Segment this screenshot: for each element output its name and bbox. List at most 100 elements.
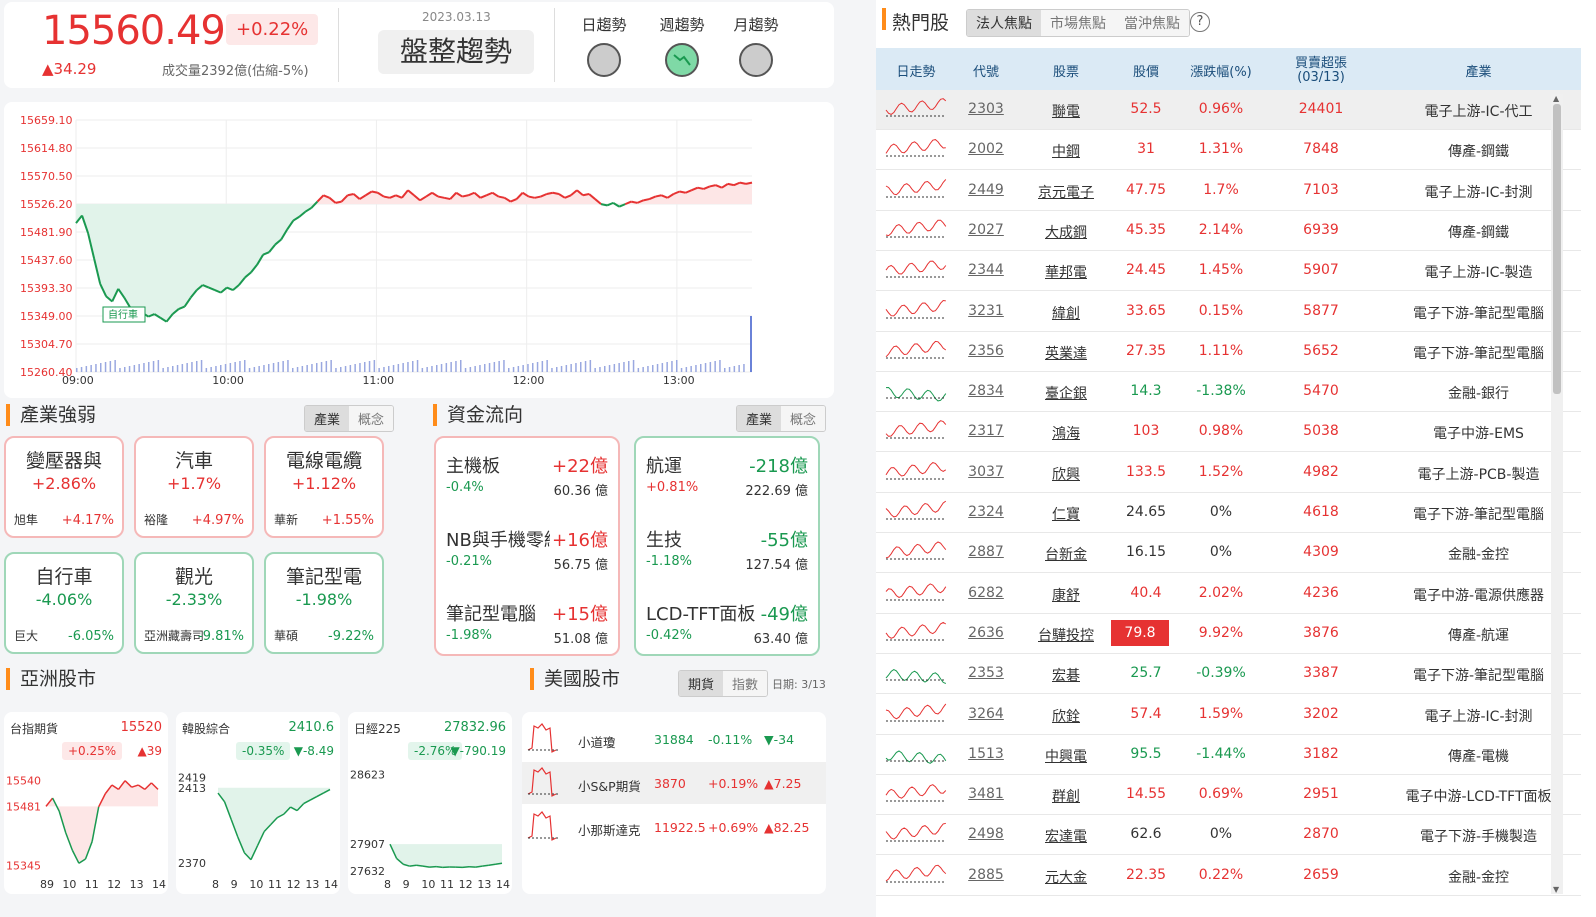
- hot-stock-row[interactable]: 2636 台驊投控 79.8 9.92% 3876 傳產-航運: [876, 614, 1581, 654]
- stock-name[interactable]: 臺企銀: [1021, 383, 1111, 403]
- hot-stock-row[interactable]: 2449 京元電子 47.75 1.7% 7103 電子上游-IC-封測: [876, 171, 1581, 211]
- hot-stock-row[interactable]: 2887 台新金 16.15 0% 4309 金融-金控: [876, 533, 1581, 574]
- weekly-trend[interactable]: 週趨勢: [642, 14, 722, 77]
- stock-code[interactable]: 2834: [956, 383, 1016, 399]
- fund-item[interactable]: 筆記型電腦 +15億 -1.98% 51.08 億: [446, 600, 608, 670]
- volume-bar: [176, 365, 179, 372]
- stock-code[interactable]: 2887: [956, 544, 1016, 560]
- us-market-row[interactable]: 小S&P期貨 3870 +0.19% ▲7.25: [522, 762, 826, 804]
- stock-name[interactable]: 宏碁: [1021, 665, 1111, 685]
- us-market-row[interactable]: 小那斯達克 11922.5 +0.69% ▲82.25: [522, 806, 826, 848]
- tab-industry[interactable]: 產業: [737, 406, 782, 431]
- stock-pct: 0.22%: [1198, 866, 1244, 883]
- stock-name[interactable]: 仁寶: [1021, 504, 1111, 524]
- stock-code[interactable]: 2636: [956, 625, 1016, 641]
- stock-code[interactable]: 2002: [956, 141, 1016, 157]
- hot-stock-row[interactable]: 2834 臺企銀 14.3 -1.38% 5470 金融-銀行: [876, 372, 1581, 413]
- stock-name[interactable]: 康舒: [1021, 585, 1111, 605]
- scroll-up-icon[interactable]: ▲: [1553, 94, 1559, 103]
- tab-daytrade[interactable]: 當沖焦點: [1115, 10, 1189, 36]
- stock-name[interactable]: 欣銓: [1021, 706, 1111, 726]
- industry-card[interactable]: 電線電纜 +1.12% 華新 +1.55%: [264, 436, 384, 538]
- tab-futures[interactable]: 期貨: [679, 671, 724, 696]
- fund-item[interactable]: 生技 -55億 -1.18% 127.54 億: [646, 526, 808, 596]
- hot-stock-row[interactable]: 3231 緯創 33.65 0.15% 5877 電子下游-筆記型電腦: [876, 292, 1581, 332]
- tab-institutional[interactable]: 法人焦點: [967, 10, 1041, 36]
- stock-name[interactable]: 元大金: [1021, 867, 1111, 887]
- tab-concept[interactable]: 概念: [781, 406, 826, 431]
- hot-stock-row[interactable]: 2027 大成鋼 45.35 2.14% 6939 傳產-鋼鐵: [876, 211, 1581, 251]
- stock-name[interactable]: 中鋼: [1021, 141, 1111, 161]
- hot-stock-row[interactable]: 2324 仁寶 24.65 0% 4618 電子下游-筆記型電腦: [876, 493, 1581, 533]
- stock-name[interactable]: 群創: [1021, 786, 1111, 806]
- stock-name[interactable]: 英業達: [1021, 343, 1111, 363]
- stock-name[interactable]: 欣興: [1021, 464, 1111, 484]
- hot-stock-row[interactable]: 2885 元大金 22.35 0.22% 2659 金融-金控: [876, 856, 1581, 896]
- volume-bar: [167, 367, 169, 372]
- stock-code[interactable]: 2324: [956, 504, 1016, 520]
- stock-code[interactable]: 1513: [956, 746, 1016, 762]
- fund-item[interactable]: 航運 -218億 +0.81% 222.69 億: [646, 452, 808, 522]
- stock-name[interactable]: 京元電子: [1021, 182, 1111, 202]
- hot-stock-row[interactable]: 6282 康舒 40.4 2.02% 4236 電子中游-電源供應器: [876, 574, 1581, 614]
- us-market-row[interactable]: 小道瓊 31884 -0.11% ▼-34: [522, 718, 826, 760]
- stock-code[interactable]: 3481: [956, 786, 1016, 802]
- monthly-trend[interactable]: 月趨勢: [716, 14, 796, 77]
- scroll-down-icon[interactable]: ▼: [1553, 885, 1559, 894]
- hot-stock-row[interactable]: 2317 鴻海 103 0.98% 5038 電子中游-EMS: [876, 412, 1581, 453]
- asia-index-card[interactable]: 日經225 27832.96 -2.76% ▼-790.19 28623 27907 276…: [348, 712, 512, 894]
- volume-bar: [85, 366, 88, 372]
- industry-card[interactable]: 汽車 +1.7% 裕隆 +4.97%: [134, 436, 254, 538]
- tab-market[interactable]: 市場焦點: [1041, 10, 1115, 36]
- stock-code[interactable]: 2303: [956, 101, 1016, 117]
- stock-code[interactable]: 3037: [956, 464, 1016, 480]
- stock-name[interactable]: 鴻海: [1021, 423, 1111, 443]
- hot-stock-row[interactable]: 2498 宏達電 62.6 0% 2870 電子下游-手機製造: [876, 815, 1581, 856]
- tab-concept[interactable]: 概念: [349, 406, 394, 431]
- hot-stock-row[interactable]: 3481 群創 14.55 0.69% 2951 電子中游-LCD-TFT面板: [876, 775, 1581, 816]
- tab-industry[interactable]: 產業: [305, 406, 350, 431]
- hot-stock-row[interactable]: 2303 聯電 52.5 0.96% 24401 電子上游-IC-代工: [876, 90, 1581, 130]
- asia-index-card[interactable]: 台指期貨 15520 +0.25% ▲39 15540 15481 15345 89 10 11 1…: [4, 712, 168, 894]
- asia-index-card[interactable]: 韓股綜合 2410.6 -0.35% ▼-8.49 2419 2413 2370 8 9 10 11…: [176, 712, 340, 894]
- hot-stock-row[interactable]: 1513 中興電 95.5 -1.44% 3182 傳產-電機: [876, 735, 1581, 775]
- help-icon[interactable]: ?: [1190, 12, 1210, 32]
- industry-card[interactable]: 觀光 -2.33% 亞洲藏壽司 -9.81%: [134, 552, 254, 654]
- fund-item[interactable]: 主機板 +22億 -0.4% 60.36 億: [446, 452, 608, 522]
- stock-name[interactable]: 宏達電: [1021, 826, 1111, 846]
- hot-stock-row[interactable]: 2356 英業達 27.35 1.11% 5652 電子下游-筆記型電腦: [876, 332, 1581, 372]
- hot-stock-row[interactable]: 2353 宏碁 25.7 -0.39% 3387 電子下游-筆記型電腦: [876, 654, 1581, 695]
- industry-card[interactable]: 自行車 -4.06% 巨大 -6.05%: [4, 552, 124, 654]
- stock-code[interactable]: 2449: [956, 182, 1016, 198]
- hot-stock-row[interactable]: 3264 欣銓 57.4 1.59% 3202 電子上游-IC-封測: [876, 695, 1581, 735]
- stock-code[interactable]: 6282: [956, 585, 1016, 601]
- stock-name[interactable]: 台新金: [1021, 544, 1111, 564]
- hot-stock-row[interactable]: 3037 欣興 133.5 1.52% 4982 電子上游-PCB-製造: [876, 453, 1581, 493]
- stock-name[interactable]: 中興電: [1021, 746, 1111, 766]
- scroll-thumb[interactable]: [1553, 104, 1561, 394]
- tab-index[interactable]: 指數: [723, 671, 768, 696]
- stock-code[interactable]: 2885: [956, 867, 1016, 883]
- fund-item[interactable]: NB與手機零組件+16億 -0.21% 56.75 億: [446, 526, 608, 596]
- volume-bar: [148, 362, 150, 372]
- stock-code[interactable]: 2344: [956, 262, 1016, 278]
- stock-code[interactable]: 3264: [956, 706, 1016, 722]
- daily-trend[interactable]: 日趨勢: [564, 14, 644, 77]
- stock-code[interactable]: 2353: [956, 665, 1016, 681]
- stock-name[interactable]: 台驊投控: [1021, 625, 1111, 645]
- stock-name[interactable]: 大成鋼: [1021, 222, 1111, 242]
- stock-code[interactable]: 2317: [956, 423, 1016, 439]
- stock-code[interactable]: 2027: [956, 222, 1016, 238]
- hot-stock-row[interactable]: 2344 華邦電 24.45 1.45% 5907 電子上游-IC-製造: [876, 251, 1581, 292]
- stock-code[interactable]: 2356: [956, 343, 1016, 359]
- fund-item[interactable]: LCD-TFT面板 -49億 -0.42% 63.40 億: [646, 600, 808, 670]
- stock-name[interactable]: 華邦電: [1021, 262, 1111, 282]
- stock-name[interactable]: 聯電: [1021, 101, 1111, 121]
- hot-scrollbar[interactable]: ▲ ▼: [1551, 94, 1563, 894]
- stock-code[interactable]: 2498: [956, 826, 1016, 842]
- stock-name[interactable]: 緯創: [1021, 303, 1111, 323]
- hot-stock-row[interactable]: 2002 中鋼 31 1.31% 7848 傳產-鋼鐵: [876, 130, 1581, 171]
- industry-card[interactable]: 筆記型電 -1.98% 華碩 -9.22%: [264, 552, 384, 654]
- stock-code[interactable]: 3231: [956, 303, 1016, 319]
- industry-card[interactable]: 變壓器與 +2.86% 旭隼 +4.17%: [4, 436, 124, 538]
